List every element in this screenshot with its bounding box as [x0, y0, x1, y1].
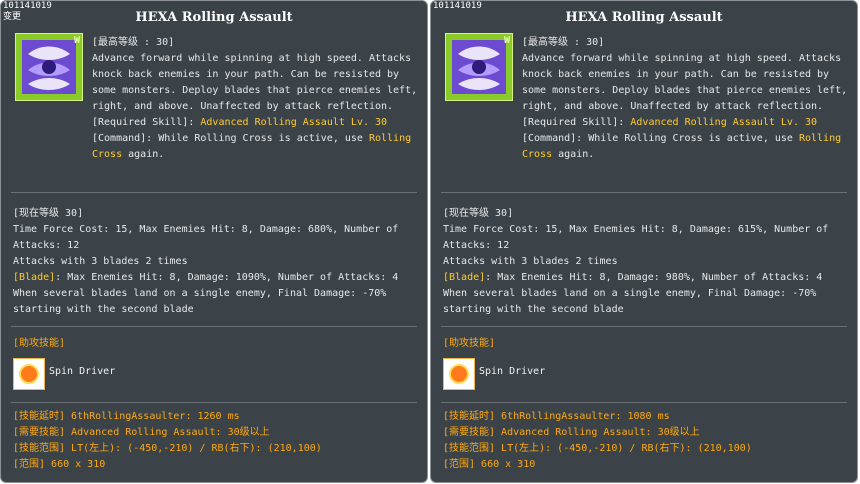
- skill-description: Advance forward while spinning at high s…: [92, 53, 418, 112]
- required-skill: [需要技能] Advanced Rolling Assault: 30级以上: [13, 427, 270, 438]
- required-skill-value: Advanced Rolling Assault Lv. 30: [200, 117, 388, 128]
- assist-skill-name: Spin Driver: [479, 366, 546, 377]
- skill-tooltip-right: 101141019 HEXA Rolling Assault W [最高等级 :…: [430, 0, 858, 483]
- skill-description: Advance forward while spinning at high s…: [522, 53, 848, 112]
- skill-tooltip-left: 101141019 变更 HEXA Rolling Assault W [最高等…: [0, 0, 428, 483]
- current-level: [现在等级 30]: [443, 208, 514, 219]
- blade-count: Attacks with 3 blades 2 times: [443, 256, 618, 267]
- skill-title: HEXA Rolling Assault: [135, 10, 293, 25]
- skill-description-block: [最高等级 : 30] Advance forward while spinni…: [92, 35, 422, 163]
- divider: [441, 326, 847, 327]
- max-level: [最高等级 : 30]: [92, 37, 175, 48]
- skill-delay: [技能延时] 6thRollingAssaulter: 1080 ms: [443, 411, 670, 422]
- skill-description-block: [最高等级 : 30] Advance forward while spinni…: [522, 35, 852, 163]
- current-level-block: [现在等级 30] Time Force Cost: 15, Max Enemi…: [13, 206, 419, 318]
- current-level-block: [现在等级 30] Time Force Cost: 15, Max Enemi…: [443, 206, 849, 318]
- assist-skill-name: Spin Driver: [49, 366, 116, 377]
- skill-extra-info: [技能延时] 6thRollingAssaulter: 1260 ms [需要技…: [13, 409, 423, 473]
- skill-delay: [技能延时] 6thRollingAssaulter: 1260 ms: [13, 411, 240, 422]
- divider: [11, 326, 417, 327]
- skill-range: [技能范围] LT(左上): (-450,-210) / RB(右下): (21…: [13, 443, 322, 454]
- skill-extra-info: [技能延时] 6thRollingAssaulter: 1080 ms [需要技…: [443, 409, 853, 473]
- required-skill: [需要技能] Advanced Rolling Assault: 30级以上: [443, 427, 700, 438]
- command-line: [Command]: While Rolling Cross is active…: [522, 133, 842, 160]
- divider: [11, 402, 417, 403]
- final-damage-note: When several blades land on a single ene…: [13, 288, 387, 315]
- current-level: [现在等级 30]: [13, 208, 84, 219]
- spin-driver-icon: [13, 358, 45, 390]
- hexa-rolling-assault-icon: W: [445, 33, 513, 101]
- final-damage-note: When several blades land on a single ene…: [443, 288, 817, 315]
- required-skill-value: Advanced Rolling Assault Lv. 30: [630, 117, 818, 128]
- divider: [441, 192, 847, 193]
- command-line: [Command]: While Rolling Cross is active…: [92, 133, 412, 160]
- blade-effect: [Blade]: Max Enemies Hit: 8, Damage: 109…: [13, 272, 399, 283]
- divider: [441, 402, 847, 403]
- assist-header: [助攻技能]: [443, 338, 496, 349]
- blade-effect: [Blade]: Max Enemies Hit: 8, Damage: 980…: [443, 272, 823, 283]
- skill-title: HEXA Rolling Assault: [565, 10, 723, 25]
- assist-header: [助攻技能]: [13, 338, 66, 349]
- spin-driver-icon: [443, 358, 475, 390]
- required-skill-line: [Required Skill]: Advanced Rolling Assau…: [522, 117, 818, 128]
- skill-range: [技能范围] LT(左上): (-450,-210) / RB(右下): (21…: [443, 443, 752, 454]
- skill-effect: Time Force Cost: 15, Max Enemies Hit: 8,…: [13, 224, 399, 251]
- skill-effect: Time Force Cost: 15, Max Enemies Hit: 8,…: [443, 224, 829, 251]
- hexa-rolling-assault-icon: W: [15, 33, 83, 101]
- required-skill-line: [Required Skill]: Advanced Rolling Assau…: [92, 117, 388, 128]
- skill-area: [范围] 660 x 310: [443, 459, 536, 470]
- blade-count: Attacks with 3 blades 2 times: [13, 256, 188, 267]
- divider: [11, 192, 417, 193]
- skill-area: [范围] 660 x 310: [13, 459, 106, 470]
- max-level: [最高等级 : 30]: [522, 37, 605, 48]
